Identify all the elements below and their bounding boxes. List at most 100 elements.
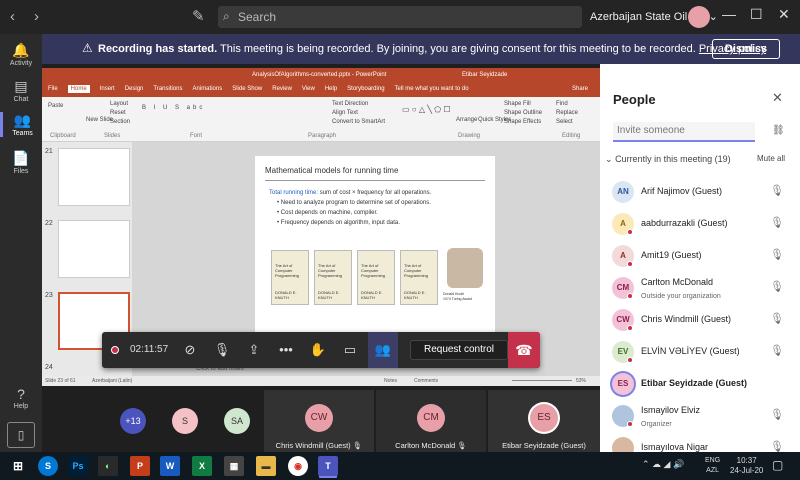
minimize-button[interactable]: — [722, 6, 736, 22]
file-explorer-icon[interactable]: ▬ [256, 456, 276, 476]
layout-button[interactable]: Layout [110, 101, 128, 107]
ppt-tab[interactable]: Storyboarding [347, 86, 384, 92]
select-button[interactable]: Select [556, 119, 573, 125]
participant-row[interactable]: EV ELVİN VƏLİYEV (Guest) 🎙 [600, 338, 800, 370]
ppt-tab[interactable]: Transitions [153, 86, 182, 92]
mic-off-icon[interactable]: 🎙 [208, 332, 236, 368]
request-control-button[interactable]: Request control [410, 340, 508, 360]
ppt-tab[interactable]: Slide Show [232, 86, 262, 92]
shapes-gallery[interactable]: ▭ ○ △ ╲ ⬠ ☐ [402, 105, 451, 114]
chat-icon[interactable]: ▭ [336, 332, 364, 368]
find-button[interactable]: Find [556, 101, 568, 107]
participant-row[interactable]: AN Arif Najimov (Guest) 🎙 [600, 178, 800, 210]
participant-tile[interactable]: CW Chris Windmill (Guest) 🎙 [264, 390, 374, 452]
ppt-tab[interactable]: View [302, 86, 315, 92]
slide-thumbnail[interactable] [58, 148, 130, 206]
excel-icon[interactable]: X [192, 456, 212, 476]
notification-icon[interactable]: ▢ [772, 458, 783, 472]
system-tray-icons[interactable]: ⌃ ☁ ◢ 🔊 [642, 459, 684, 470]
ppt-tab[interactable]: Review [272, 86, 292, 92]
ppt-share[interactable]: Share [572, 86, 588, 92]
app-icon[interactable]: ◐ [98, 456, 118, 476]
replace-button[interactable]: Replace [556, 110, 578, 116]
share-tray-icon[interactable]: ⇪ [240, 332, 268, 368]
camera-off-icon[interactable]: ⊘ [176, 332, 204, 368]
link-icon[interactable]: ⛓ [772, 125, 785, 136]
mic-off-icon[interactable]: 🎙 [770, 248, 784, 261]
ppt-tab[interactable]: Help [325, 86, 337, 92]
notes-button[interactable]: Notes [384, 378, 397, 384]
mic-off-icon[interactable]: 🎙 [770, 216, 784, 229]
search-input[interactable]: ⌕ Search [218, 6, 582, 28]
forward-icon[interactable]: › [34, 8, 39, 25]
mute-all-button[interactable]: Mute all [757, 154, 785, 163]
slide-thumbnail[interactable] [58, 220, 130, 278]
participant-row[interactable]: ES Etibar Seyidzade (Guest) [600, 370, 800, 402]
participant-tile-self[interactable]: ES Etibar Seyidzade (Guest) [488, 390, 600, 452]
shape-fill-button[interactable]: Shape Fill [504, 101, 531, 107]
shape-outline-button[interactable]: Shape Outline [504, 110, 542, 116]
participants-icon[interactable]: 👥 [368, 332, 398, 368]
participant-row[interactable]: CW Chris Windmill (Guest) 🎙 [600, 306, 800, 338]
teams-icon[interactable]: T [318, 456, 338, 476]
participant-tile[interactable]: CM Carlton McDonald 🎙 [376, 390, 486, 452]
dismiss-button[interactable]: Dismiss [712, 39, 780, 59]
arrange-button[interactable]: Arrange [456, 117, 477, 123]
language-indicator[interactable]: ENG AZL [705, 456, 720, 476]
rail-files[interactable]: 📄 Files [0, 150, 42, 175]
mic-off-icon[interactable]: 🎙 [770, 312, 784, 325]
reset-button[interactable]: Reset [110, 110, 126, 116]
device-icon[interactable]: ▯ [7, 422, 35, 448]
start-icon[interactable]: ⊞ [8, 456, 28, 476]
ppt-tab[interactable]: File [48, 86, 58, 92]
rail-teams[interactable]: 👥 Teams [0, 112, 42, 137]
close-button[interactable]: ✕ [778, 6, 790, 23]
ppt-tab-home[interactable]: Home [67, 85, 90, 93]
zoom-slider[interactable] [512, 380, 572, 381]
smartart-button[interactable]: Convert to SmartArt [332, 119, 385, 125]
comments-button[interactable]: Comments [414, 378, 438, 384]
group-label: Editing [562, 133, 581, 139]
mic-off-icon[interactable]: 🎙 [770, 344, 784, 357]
font-controls[interactable]: B I U S abc [142, 105, 205, 111]
new-slide-button[interactable]: New Slide [86, 117, 113, 123]
paste-button[interactable]: Paste [48, 103, 63, 109]
participant-row[interactable]: Ismayilov Elviz Organizer 🎙 [600, 402, 800, 434]
clock[interactable]: 10:37 24-Jul-20 [730, 456, 763, 476]
mic-off-icon[interactable]: 🎙 [770, 280, 784, 293]
ppt-tell-me[interactable]: Tell me what you want to do [395, 86, 469, 92]
rail-chat[interactable]: ▤ Chat [0, 78, 42, 103]
participant-row[interactable]: CM Carlton McDonald Outside your organizat… [600, 274, 800, 306]
rail-activity[interactable]: 🔔 Activity [0, 42, 42, 67]
compose-icon[interactable]: ✎ [192, 7, 205, 25]
hang-up-button[interactable]: ☎ [508, 332, 540, 368]
skype-icon[interactable]: S [38, 456, 58, 476]
section-button[interactable]: Section [110, 119, 130, 125]
shape-effects-button[interactable]: Shape Effects [504, 119, 541, 125]
ppt-tab[interactable]: Design [125, 86, 144, 92]
participant-row[interactable]: Aaabdurrazakli (Guest) 🎙 [600, 210, 800, 242]
ppt-tab[interactable]: Animations [193, 86, 223, 92]
mic-off-icon[interactable]: 🎙 [770, 184, 784, 197]
raise-hand-icon[interactable]: ✋ [304, 332, 332, 368]
invite-input[interactable]: Invite someone [613, 122, 755, 142]
calculator-icon[interactable]: ▦ [224, 456, 244, 476]
align-text-button[interactable]: Align Text [332, 110, 358, 116]
photoshop-icon[interactable]: Ps [68, 456, 88, 476]
close-icon[interactable]: ✕ [772, 90, 783, 106]
maximize-button[interactable]: ☐ [750, 6, 763, 23]
more-options-icon[interactable]: ••• [272, 332, 300, 368]
mic-off-icon[interactable]: 🎙 [770, 408, 784, 421]
participant-row[interactable]: A Amit19 (Guest) 🎙 [600, 242, 800, 274]
overflow-avatar[interactable]: +13 [120, 408, 146, 434]
text-direction-button[interactable]: Text Direction [332, 101, 368, 107]
participants-section-toggle[interactable]: ⌄ Currently in this meeting (19) [605, 154, 731, 165]
powerpoint-icon[interactable]: P [130, 456, 150, 476]
back-icon[interactable]: ‹ [10, 8, 15, 25]
ppt-tab[interactable]: Insert [100, 86, 115, 92]
avatar[interactable] [688, 6, 710, 28]
chrome-icon[interactable]: ◉ [288, 456, 308, 476]
zoom-level[interactable]: 53% [576, 378, 586, 384]
rail-help[interactable]: ? Help [0, 386, 42, 410]
word-icon[interactable]: W [160, 456, 180, 476]
